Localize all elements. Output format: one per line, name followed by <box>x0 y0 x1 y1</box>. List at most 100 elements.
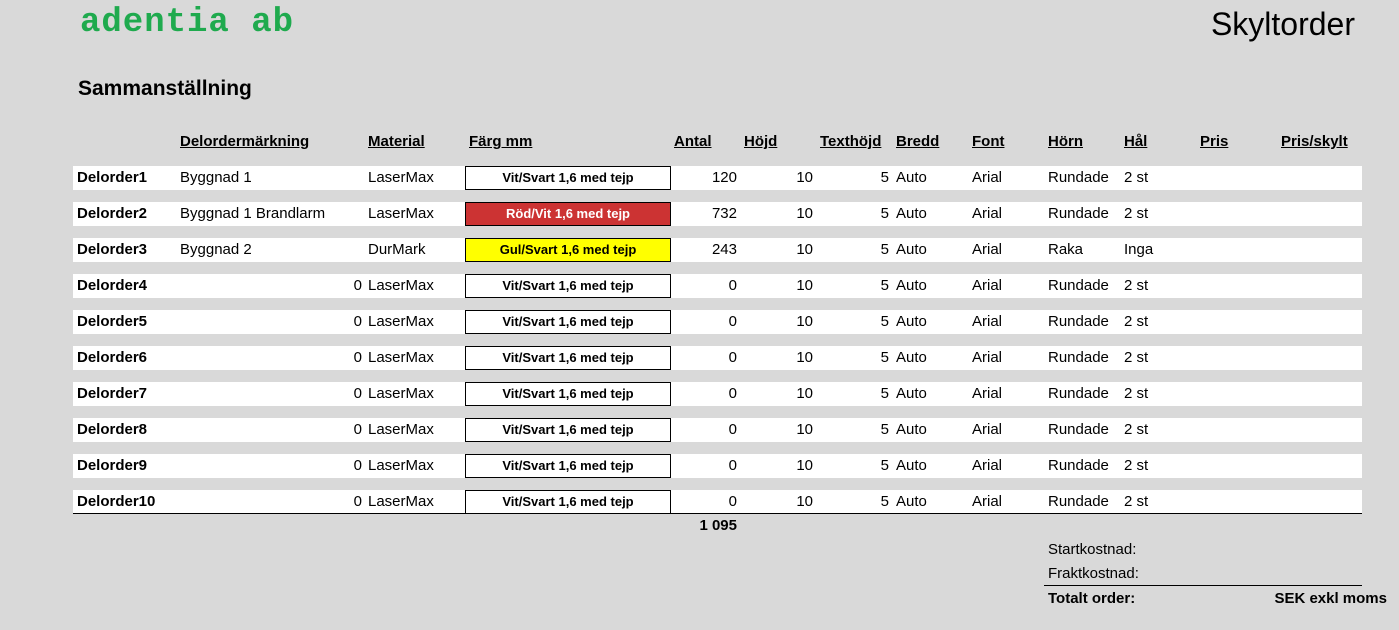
color-swatch-box[interactable]: Vit/Svart 1,6 med tejp <box>465 418 671 442</box>
row-font[interactable]: Arial <box>972 418 1002 442</box>
row-hal[interactable]: 2 st <box>1124 346 1148 370</box>
row-hal[interactable]: 2 st <box>1124 490 1148 514</box>
row-texthojd[interactable]: 5 <box>833 310 889 334</box>
row-bredd[interactable]: Auto <box>896 346 927 370</box>
row-font[interactable]: Arial <box>972 454 1002 478</box>
row-horn[interactable]: Rundade <box>1048 166 1109 190</box>
row-font[interactable]: Arial <box>972 382 1002 406</box>
row-horn[interactable]: Rundade <box>1048 490 1109 514</box>
row-antal[interactable]: 0 <box>673 310 737 334</box>
row-name[interactable]: Delorder7 <box>77 382 147 406</box>
row-hojd[interactable]: 10 <box>753 418 813 442</box>
row-texthojd[interactable]: 5 <box>833 382 889 406</box>
row-bredd[interactable]: Auto <box>896 310 927 334</box>
row-horn[interactable]: Rundade <box>1048 274 1109 298</box>
row-hojd[interactable]: 10 <box>753 454 813 478</box>
row-hal[interactable]: 2 st <box>1124 310 1148 334</box>
row-font[interactable]: Arial <box>972 346 1002 370</box>
row-bredd[interactable]: Auto <box>896 418 927 442</box>
row-material[interactable]: LaserMax <box>368 490 434 514</box>
row-antal[interactable]: 0 <box>673 418 737 442</box>
row-horn[interactable]: Rundade <box>1048 454 1109 478</box>
row-texthojd[interactable]: 5 <box>833 166 889 190</box>
row-marking[interactable]: 0 <box>180 418 362 442</box>
row-name[interactable]: Delorder1 <box>77 166 147 190</box>
row-marking[interactable]: Byggnad 1 Brandlarm <box>180 202 325 226</box>
row-marking[interactable]: 0 <box>180 490 362 514</box>
row-hal[interactable]: 2 st <box>1124 166 1148 190</box>
row-horn[interactable]: Raka <box>1048 238 1083 262</box>
row-texthojd[interactable]: 5 <box>833 490 889 514</box>
row-material[interactable]: LaserMax <box>368 310 434 334</box>
color-swatch-box[interactable]: Vit/Svart 1,6 med tejp <box>465 490 671 514</box>
row-marking[interactable]: Byggnad 1 <box>180 166 252 190</box>
row-name[interactable]: Delorder8 <box>77 418 147 442</box>
color-swatch-box[interactable]: Gul/Svart 1,6 med tejp <box>465 238 671 262</box>
row-bredd[interactable]: Auto <box>896 202 927 226</box>
row-horn[interactable]: Rundade <box>1048 382 1109 406</box>
row-material[interactable]: LaserMax <box>368 454 434 478</box>
row-name[interactable]: Delorder6 <box>77 346 147 370</box>
row-hal[interactable]: 2 st <box>1124 454 1148 478</box>
row-hojd[interactable]: 10 <box>753 490 813 514</box>
row-hal[interactable]: 2 st <box>1124 274 1148 298</box>
color-swatch-box[interactable]: Röd/Vit 1,6 med tejp <box>465 202 671 226</box>
row-material[interactable]: LaserMax <box>368 202 434 226</box>
row-antal[interactable]: 732 <box>673 202 737 226</box>
row-name[interactable]: Delorder5 <box>77 310 147 334</box>
row-name[interactable]: Delorder9 <box>77 454 147 478</box>
row-name[interactable]: Delorder4 <box>77 274 147 298</box>
row-font[interactable]: Arial <box>972 274 1002 298</box>
row-texthojd[interactable]: 5 <box>833 418 889 442</box>
row-texthojd[interactable]: 5 <box>833 274 889 298</box>
row-bredd[interactable]: Auto <box>896 490 927 514</box>
row-bredd[interactable]: Auto <box>896 166 927 190</box>
row-hojd[interactable]: 10 <box>753 274 813 298</box>
row-marking[interactable]: 0 <box>180 382 362 406</box>
row-texthojd[interactable]: 5 <box>833 346 889 370</box>
row-antal[interactable]: 0 <box>673 346 737 370</box>
row-marking[interactable]: Byggnad 2 <box>180 238 252 262</box>
row-hojd[interactable]: 10 <box>753 346 813 370</box>
row-antal[interactable]: 0 <box>673 382 737 406</box>
row-font[interactable]: Arial <box>972 166 1002 190</box>
row-font[interactable]: Arial <box>972 202 1002 226</box>
row-hojd[interactable]: 10 <box>753 202 813 226</box>
row-bredd[interactable]: Auto <box>896 454 927 478</box>
row-antal[interactable]: 120 <box>673 166 737 190</box>
row-hojd[interactable]: 10 <box>753 238 813 262</box>
color-swatch-box[interactable]: Vit/Svart 1,6 med tejp <box>465 382 671 406</box>
row-texthojd[interactable]: 5 <box>833 202 889 226</box>
row-antal[interactable]: 0 <box>673 454 737 478</box>
row-name[interactable]: Delorder2 <box>77 202 147 226</box>
row-font[interactable]: Arial <box>972 238 1002 262</box>
row-horn[interactable]: Rundade <box>1048 418 1109 442</box>
row-hojd[interactable]: 10 <box>753 310 813 334</box>
row-font[interactable]: Arial <box>972 310 1002 334</box>
row-texthojd[interactable]: 5 <box>833 238 889 262</box>
row-material[interactable]: DurMark <box>368 238 426 262</box>
row-marking[interactable]: 0 <box>180 274 362 298</box>
row-material[interactable]: LaserMax <box>368 382 434 406</box>
row-antal[interactable]: 243 <box>673 238 737 262</box>
row-bredd[interactable]: Auto <box>896 274 927 298</box>
color-swatch-box[interactable]: Vit/Svart 1,6 med tejp <box>465 346 671 370</box>
color-swatch-box[interactable]: Vit/Svart 1,6 med tejp <box>465 274 671 298</box>
row-texthojd[interactable]: 5 <box>833 454 889 478</box>
row-antal[interactable]: 0 <box>673 274 737 298</box>
row-name[interactable]: Delorder10 <box>77 490 155 514</box>
row-material[interactable]: LaserMax <box>368 418 434 442</box>
row-hal[interactable]: Inga <box>1124 238 1153 262</box>
row-hojd[interactable]: 10 <box>753 166 813 190</box>
row-hal[interactable]: 2 st <box>1124 418 1148 442</box>
row-hal[interactable]: 2 st <box>1124 202 1148 226</box>
color-swatch-box[interactable]: Vit/Svart 1,6 med tejp <box>465 454 671 478</box>
row-hal[interactable]: 2 st <box>1124 382 1148 406</box>
row-bredd[interactable]: Auto <box>896 382 927 406</box>
row-material[interactable]: LaserMax <box>368 274 434 298</box>
row-horn[interactable]: Rundade <box>1048 202 1109 226</box>
row-material[interactable]: LaserMax <box>368 166 434 190</box>
row-marking[interactable]: 0 <box>180 310 362 334</box>
row-bredd[interactable]: Auto <box>896 238 927 262</box>
row-horn[interactable]: Rundade <box>1048 310 1109 334</box>
